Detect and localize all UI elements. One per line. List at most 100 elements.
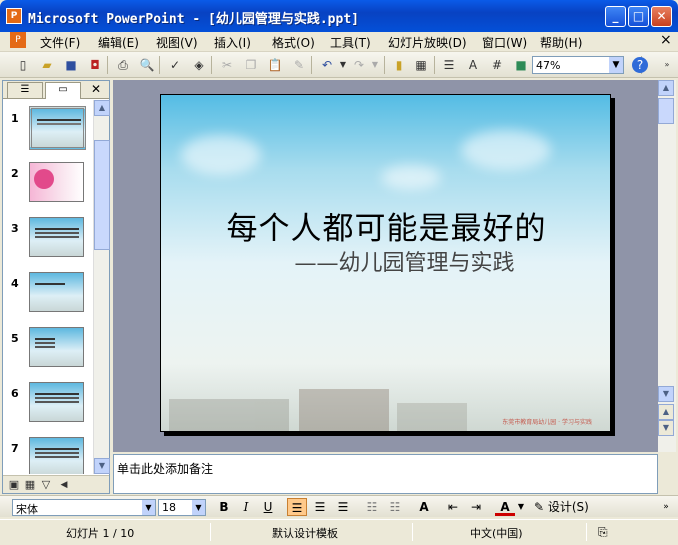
slide-thumbnails: 1 2 3 4 5 6 7 xyxy=(3,100,93,474)
increase-indent-button[interactable]: ⇥ xyxy=(466,498,486,516)
scroll-up-icon[interactable]: ▲ xyxy=(658,80,674,96)
underline-button[interactable]: U xyxy=(258,498,278,516)
slide-subtitle[interactable]: ——幼儿园管理与实践 xyxy=(161,245,610,277)
font-select[interactable]: 宋体 ▼ xyxy=(12,499,156,516)
format-painter-icon[interactable]: ✎ xyxy=(290,56,308,74)
slide-number: 7 xyxy=(11,442,19,455)
scroll-thumb[interactable] xyxy=(658,98,674,124)
save-icon[interactable]: ■ xyxy=(62,56,80,74)
scroll-up-icon[interactable]: ▲ xyxy=(94,100,110,116)
powerpoint-app-icon[interactable]: P xyxy=(6,8,22,24)
next-slide-icon[interactable]: ▼ xyxy=(658,420,674,436)
print-preview-icon[interactable]: 🔍 xyxy=(138,56,156,74)
slide-number: 1 xyxy=(11,112,19,125)
bold-button[interactable]: B xyxy=(214,498,234,516)
slide-thumbnail-1[interactable] xyxy=(29,106,86,150)
menu-window[interactable]: 窗口(W) xyxy=(482,34,527,51)
spelling-status-icon[interactable]: ⎘ xyxy=(598,525,608,540)
permission-icon[interactable]: ◘ xyxy=(86,56,104,74)
numbering-button[interactable]: ☷ xyxy=(362,498,382,516)
chevron-down-icon[interactable]: ▼ xyxy=(192,500,205,515)
font-color-button[interactable]: A xyxy=(495,498,515,516)
slides-pane: ☰ ▭ ✕ 1 2 3 4 5 6 7 ▲ ▼ ▣ ▦ ▽ ◀ xyxy=(2,80,110,494)
toolbar-separator xyxy=(434,56,435,74)
notes-pane[interactable]: 单击此处添加备注 xyxy=(113,454,658,494)
bullets-button[interactable]: ☷ xyxy=(385,498,405,516)
toolbar-separator xyxy=(107,56,108,74)
color-grayscale-icon[interactable]: ■ xyxy=(512,56,530,74)
slide-number: 2 xyxy=(11,167,19,180)
current-slide[interactable]: 每个人都可能是最好的 ——幼儿园管理与实践 东莞市教育局幼儿园 · 学习与实践 xyxy=(160,94,611,432)
design-button[interactable]: ✎ 设计(S) xyxy=(534,498,604,516)
insert-table-icon[interactable]: ▦ xyxy=(412,56,430,74)
open-icon[interactable]: ▰ xyxy=(38,56,56,74)
slide-number: 4 xyxy=(11,277,19,290)
chevron-down-icon[interactable]: ▼ xyxy=(609,57,623,73)
increase-font-button[interactable]: A xyxy=(414,498,434,516)
research-icon[interactable]: ◈ xyxy=(190,56,208,74)
show-grid-icon[interactable]: # xyxy=(488,56,506,74)
font-color-dropdown-icon[interactable]: ▼ xyxy=(515,498,527,516)
menu-close-icon[interactable]: × xyxy=(660,32,672,48)
close-button[interactable]: ✕ xyxy=(651,6,672,27)
help-icon[interactable]: ? xyxy=(632,57,648,73)
cloud-decoration xyxy=(181,135,261,175)
slide-title[interactable]: 每个人都可能是最好的 xyxy=(161,203,610,248)
maximize-button[interactable]: □ xyxy=(628,6,649,27)
toolbar-separator xyxy=(311,56,312,74)
align-right-button[interactable]: ☰ xyxy=(333,498,353,516)
align-center-button[interactable]: ☰ xyxy=(310,498,330,516)
cut-icon[interactable]: ✂ xyxy=(218,56,236,74)
slide-thumbnail-2[interactable] xyxy=(29,162,84,202)
scroll-left-icon[interactable]: ◀ xyxy=(55,476,73,494)
editor-scrollbar[interactable]: ▲ ▼ ▲ ▼ xyxy=(658,80,676,452)
menu-view[interactable]: 视图(V) xyxy=(156,34,198,51)
menu-edit[interactable]: 编辑(E) xyxy=(98,34,139,51)
menu-insert[interactable]: 插入(I) xyxy=(214,34,251,51)
paste-icon[interactable]: 📋 xyxy=(266,56,284,74)
align-left-button[interactable]: ☰ xyxy=(287,498,307,516)
scroll-thumb[interactable] xyxy=(94,140,110,250)
scroll-down-icon[interactable]: ▼ xyxy=(94,458,110,474)
font-size-select[interactable]: 18 ▼ xyxy=(158,499,206,516)
slide-thumbnail-6[interactable] xyxy=(29,382,84,422)
toolbar-separator xyxy=(159,56,160,74)
font-value: 宋体 xyxy=(16,503,38,516)
slide-thumbnail-4[interactable] xyxy=(29,272,84,312)
status-separator xyxy=(412,523,413,541)
slide-number: 3 xyxy=(11,222,19,235)
copy-icon[interactable]: ❐ xyxy=(242,56,260,74)
pane-close-icon[interactable]: ✕ xyxy=(91,82,101,96)
chevron-down-icon[interactable]: ▼ xyxy=(142,500,155,515)
slide-thumbnail-3[interactable] xyxy=(29,217,84,257)
decrease-indent-button[interactable]: ⇤ xyxy=(443,498,463,516)
menu-slideshow[interactable]: 幻灯片放映(D) xyxy=(388,34,467,51)
print-icon[interactable]: ⎙ xyxy=(114,56,132,74)
previous-slide-icon[interactable]: ▲ xyxy=(658,404,674,420)
menu-file[interactable]: 文件(F) xyxy=(40,34,80,51)
new-icon[interactable]: ▯ xyxy=(14,56,32,74)
slideshow-view-icon[interactable]: ▽ xyxy=(37,476,55,494)
zoom-select[interactable]: 47% ▼ xyxy=(532,56,624,74)
toolbar-options-icon[interactable]: » xyxy=(656,498,676,516)
slide-thumbnail-7[interactable] xyxy=(29,437,84,474)
language-status: 中文(中国) xyxy=(470,527,523,540)
menu-tools[interactable]: 工具(T) xyxy=(330,34,371,51)
tab-outline[interactable]: ☰ xyxy=(7,82,43,98)
slide-thumbnail-5[interactable] xyxy=(29,327,84,367)
minimize-button[interactable]: _ xyxy=(605,6,626,27)
italic-button[interactable]: I xyxy=(236,498,256,516)
toolbar-options-icon[interactable]: » xyxy=(658,56,676,74)
menu-format[interactable]: 格式(O) xyxy=(272,34,315,51)
document-icon[interactable]: P xyxy=(10,32,26,48)
tab-slides[interactable]: ▭ xyxy=(45,82,81,99)
scroll-down-icon[interactable]: ▼ xyxy=(658,386,674,402)
spelling-icon[interactable]: ✓ xyxy=(166,56,184,74)
redo-dropdown-icon[interactable]: ▼ xyxy=(366,56,384,74)
expand-all-icon[interactable]: ☰ xyxy=(440,56,458,74)
thumbnails-scrollbar[interactable]: ▲ ▼ xyxy=(93,100,110,474)
menu-help[interactable]: 帮助(H) xyxy=(540,34,582,51)
insert-chart-icon[interactable]: ▮ xyxy=(390,56,408,74)
show-formatting-icon[interactable]: A xyxy=(464,56,482,74)
status-separator xyxy=(586,523,587,541)
